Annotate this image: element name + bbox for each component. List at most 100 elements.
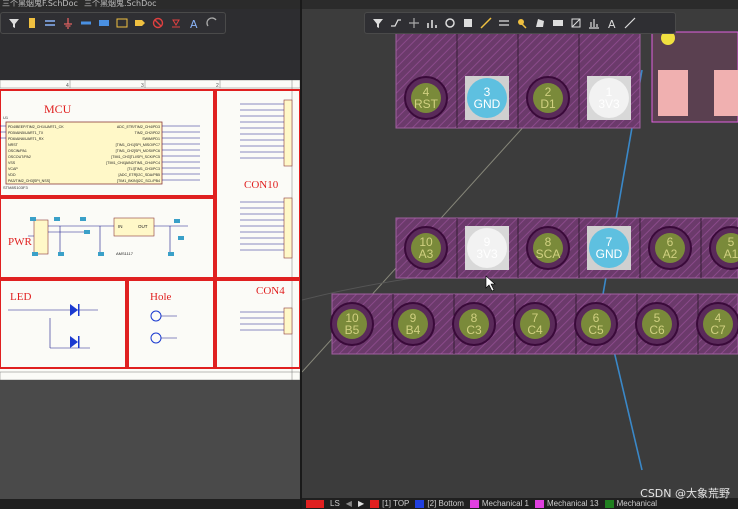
pad-net: GND bbox=[474, 97, 501, 111]
mcu-pin: ADC_ETR/TIM2_CH4/PD3 bbox=[117, 125, 160, 129]
pcb-pad[interactable]: 10A3 bbox=[404, 226, 448, 270]
interactive-route-icon[interactable] bbox=[479, 16, 493, 30]
component-icon[interactable] bbox=[461, 16, 475, 30]
filter-icon[interactable] bbox=[371, 16, 385, 30]
schematic-pane[interactable]: 三个黑烟鬼F.SchDoc 三个黑烟鬼.SchDoc A 4 3 2 MCU C… bbox=[0, 0, 300, 509]
mcu-part: STM8S103F3 bbox=[3, 185, 28, 190]
layer-tab-top[interactable]: [1] TOP bbox=[370, 499, 409, 508]
pcb-pad[interactable]: 9B4 bbox=[391, 302, 435, 346]
mcu-pin: SWIM/PD1 bbox=[142, 137, 160, 141]
pad-net: C7 bbox=[710, 323, 726, 337]
pcb-toolbar: A bbox=[364, 12, 676, 34]
layer-tab-mechanical-1[interactable]: Mechanical 1 bbox=[469, 499, 529, 508]
layer-tab-label: [1] TOP bbox=[382, 499, 410, 508]
pcb-pad[interactable]: 2D1 bbox=[526, 76, 570, 120]
harness-icon[interactable] bbox=[97, 16, 111, 30]
text-icon[interactable]: A bbox=[187, 16, 201, 30]
via-icon[interactable] bbox=[443, 16, 457, 30]
hole-title: Hole bbox=[150, 291, 172, 303]
sheet-entry-icon[interactable] bbox=[115, 16, 129, 30]
pcb-pad[interactable]: 3GND bbox=[465, 76, 509, 120]
hole-1 bbox=[150, 310, 162, 322]
power-connector bbox=[33, 219, 49, 255]
pcb-pad[interactable]: 6A2 bbox=[648, 226, 692, 270]
add-icon[interactable] bbox=[407, 16, 421, 30]
pad-net: GND bbox=[596, 247, 623, 261]
svg-text:A: A bbox=[190, 18, 198, 29]
border-number: 3 bbox=[141, 83, 144, 89]
wire-icon[interactable] bbox=[43, 16, 57, 30]
layer-swatch bbox=[535, 499, 544, 508]
pcb-pane[interactable]: 4 RST 3 GND 2 D1 1 3V3 10 A3 9 3V3 8 SCA 7 GND 6 A2 5 A1 10 B… bbox=[302, 0, 738, 509]
pad-net: C4 bbox=[527, 323, 543, 337]
pad-net: 3V3 bbox=[476, 247, 498, 261]
mcu-pin: [TIM1_BKIN]I2C_SCL/PB4 bbox=[117, 179, 160, 183]
mcu-pin: VDD bbox=[8, 173, 16, 177]
layer-tab-bottom[interactable]: [2] Bottom bbox=[415, 499, 464, 508]
mcu-pin: TIM2_CH2/PD2 bbox=[135, 131, 160, 135]
bus-icon[interactable] bbox=[79, 16, 93, 30]
polygon-icon[interactable] bbox=[533, 16, 547, 30]
route-icon[interactable] bbox=[389, 16, 403, 30]
pcb-pad[interactable]: 7GND bbox=[587, 226, 631, 270]
port-icon[interactable] bbox=[133, 16, 147, 30]
directive-icon[interactable] bbox=[169, 16, 183, 30]
ldo-in: IN bbox=[118, 224, 123, 229]
con4-connector bbox=[283, 307, 293, 335]
pcb-pad[interactable]: 7C4 bbox=[513, 302, 557, 346]
power-port-icon[interactable] bbox=[61, 16, 75, 30]
schematic-toolbar: A bbox=[0, 12, 226, 34]
mcu-pin: [TIM1_CH3]TLI/SPI_SCK/PC5 bbox=[111, 155, 160, 159]
layer-tab-label: [2] Bottom bbox=[427, 499, 464, 508]
chart-icon[interactable] bbox=[425, 16, 439, 30]
tab-schematic-f[interactable]: 三个黑烟鬼F.SchDoc bbox=[2, 0, 78, 9]
schematic-sheet[interactable]: 4 3 2 MCU CON10 PWR LED Hole CON4 U1 STM… bbox=[0, 80, 300, 380]
diff-pair-icon[interactable] bbox=[497, 16, 511, 30]
pwr-title: PWR bbox=[8, 236, 33, 248]
scroll-left-arrow[interactable]: ◀ bbox=[346, 499, 352, 508]
pad-net: B4 bbox=[406, 323, 421, 337]
mcu-pin: [TIM1_CH1]SPI_MISO/PC7 bbox=[116, 143, 160, 147]
layer-swatch bbox=[469, 499, 479, 508]
net-color-icon[interactable] bbox=[515, 16, 529, 30]
scroll-right-arrow[interactable]: ▶ bbox=[358, 499, 364, 508]
no-erc-icon[interactable] bbox=[151, 16, 165, 30]
mcu-pin: [ADC_ETR]I2C_SDA/PB5 bbox=[118, 173, 160, 177]
bar-chart-icon[interactable] bbox=[587, 16, 601, 30]
arc-icon[interactable] bbox=[205, 16, 219, 30]
pcb-pad[interactable]: 4C7 bbox=[696, 302, 738, 346]
pad-net: A1 bbox=[724, 247, 738, 261]
pcb-pad[interactable]: 6C5 bbox=[574, 302, 618, 346]
pcb-pad[interactable]: 4RST bbox=[404, 76, 448, 120]
mcu-pin: VSS bbox=[8, 161, 16, 165]
text-icon[interactable]: A bbox=[605, 16, 619, 30]
left-tab-bar: 三个黑烟鬼F.SchDoc 三个黑烟鬼.SchDoc bbox=[0, 0, 300, 9]
mcu-ref: U1 bbox=[3, 115, 9, 120]
pcb-pad[interactable]: 13V3 bbox=[587, 76, 631, 120]
pad-net: D1 bbox=[540, 97, 556, 111]
pcb-pad[interactable]: 8SCA bbox=[526, 226, 570, 270]
mcu-pin: OSCIN/PA1 bbox=[8, 149, 27, 153]
component-icon[interactable] bbox=[25, 16, 39, 30]
layer-set-label[interactable]: LS bbox=[330, 499, 340, 508]
ldo-label: AMS1117 bbox=[116, 251, 134, 256]
layer-swatch bbox=[604, 499, 614, 508]
layer-tab-mechanical-13[interactable]: Mechanical 13 bbox=[535, 499, 599, 508]
rectangle-icon[interactable] bbox=[551, 16, 565, 30]
pcb-pad[interactable]: 8C3 bbox=[452, 302, 496, 346]
box-icon[interactable] bbox=[569, 16, 583, 30]
mcu-pin: VCAP bbox=[8, 167, 18, 171]
line-icon[interactable] bbox=[623, 16, 637, 30]
mcu-pin: OSCOUT/PA2 bbox=[8, 155, 31, 159]
filter-icon[interactable] bbox=[7, 16, 21, 30]
current-layer-swatch[interactable] bbox=[306, 499, 324, 508]
mcu-pin: PD5/AIN5/UART1_TX bbox=[8, 131, 44, 135]
tab-schematic[interactable]: 三个黑烟鬼.SchDoc bbox=[84, 0, 157, 9]
pcb-pad[interactable]: 93V3 bbox=[465, 226, 509, 270]
pcb-pad[interactable]: 10B5 bbox=[330, 302, 374, 346]
pad-net: B5 bbox=[345, 323, 360, 337]
pcb-pad[interactable]: 5C6 bbox=[635, 302, 679, 346]
schematic-drawing: 4 3 2 MCU CON10 PWR LED Hole CON4 U1 STM… bbox=[0, 80, 300, 380]
schematic-background bbox=[0, 380, 300, 500]
layer-swatch bbox=[370, 499, 380, 508]
